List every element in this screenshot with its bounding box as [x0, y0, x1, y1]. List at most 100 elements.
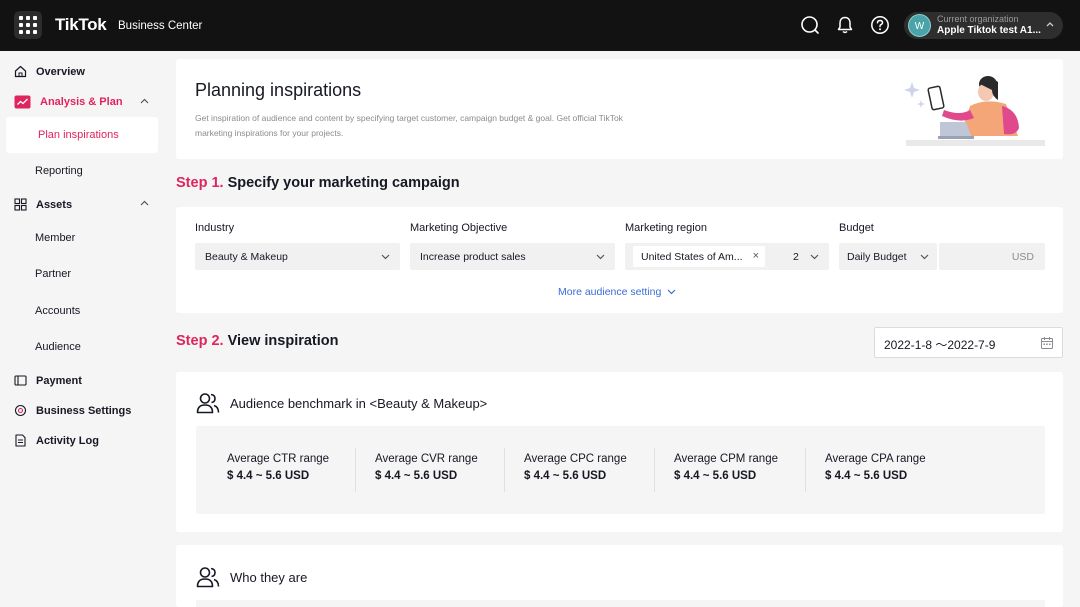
date-range-value: 2022-1-8 ～2022-7-9	[884, 338, 996, 352]
settings-icon	[14, 404, 27, 417]
metric-value: $ 4.4 ~ 5.6 USD	[674, 470, 757, 482]
sidebar-item-label: Activity Log	[36, 434, 99, 447]
metric-value: $ 4.4 ~ 5.6 USD	[825, 470, 908, 482]
benchmark-title: Audience benchmark in <Beauty & Makeup>	[230, 396, 488, 411]
metric-divider	[355, 448, 356, 492]
budget-currency: USD	[1011, 251, 1034, 263]
region-count: 2	[793, 251, 799, 263]
budget-label: Budget	[839, 222, 874, 234]
industry-select[interactable]: Beauty & Makeup	[195, 243, 400, 270]
industry-value: Beauty & Makeup	[205, 251, 288, 263]
sidebar-item-member[interactable]: Member	[35, 232, 75, 244]
budget-type-value: Daily Budget	[847, 251, 907, 263]
close-icon[interactable]: ×	[753, 250, 759, 262]
org-avatar: W	[908, 14, 931, 37]
more-audience-setting-link[interactable]: More audience setting	[558, 286, 676, 298]
chevron-down-icon	[381, 251, 390, 263]
metric-cpm: Average CPM range $ 4.4 ~ 5.6 USD	[674, 453, 778, 482]
metric-cvr: Average CVR range $ 4.4 ~ 5.6 USD	[375, 453, 478, 482]
search-icon[interactable]	[800, 15, 820, 35]
step1-number: Step 1.	[176, 175, 224, 191]
metric-divider	[805, 448, 806, 492]
chevron-down-icon	[810, 251, 819, 263]
metric-label: Average CPM range	[674, 453, 778, 465]
sidebar-item-payment[interactable]: Payment	[14, 374, 82, 387]
sidebar-item-analysis-plan[interactable]: Analysis & Plan	[14, 95, 123, 109]
org-name: Apple Tiktok test A1...	[937, 25, 1041, 36]
page-title: Planning inspirations	[195, 80, 362, 100]
who-card	[176, 545, 1063, 607]
metric-cpc: Average CPC range $ 4.4 ~ 5.6 USD	[524, 453, 627, 482]
step2-heading: Step 2. View inspiration	[176, 333, 339, 349]
metric-divider	[504, 448, 505, 492]
people-icon	[196, 567, 220, 588]
sidebar-item-overview[interactable]: Overview	[14, 65, 85, 78]
bell-icon[interactable]	[835, 15, 855, 35]
chevron-down-icon	[596, 251, 605, 263]
region-tag-text: United States of Am...	[641, 251, 743, 263]
budget-type-select[interactable]: Daily Budget	[839, 243, 937, 270]
metric-value: $ 4.4 ~ 5.6 USD	[524, 470, 607, 482]
objective-select[interactable]: Increase product sales	[410, 243, 615, 270]
page-description: Get inspiration of audience and content …	[195, 113, 623, 138]
metric-value: $ 4.4 ~ 5.6 USD	[375, 470, 458, 482]
log-icon	[15, 434, 26, 447]
sidebar-item-audience[interactable]: Audience	[35, 341, 81, 353]
assets-icon	[14, 198, 27, 211]
apps-grid-icon[interactable]	[14, 11, 42, 39]
budget-input[interactable]: USD	[939, 243, 1045, 270]
objective-label: Marketing Objective	[410, 222, 508, 234]
step1-heading: Step 1. Specify your marketing campaign	[176, 175, 460, 191]
metric-label: Average CTR range	[227, 453, 330, 465]
sidebar-item-business-settings[interactable]: Business Settings	[14, 404, 131, 417]
business-center-label: Business Center	[118, 20, 203, 32]
help-icon[interactable]	[870, 15, 890, 35]
step2-title: View inspiration	[227, 333, 339, 349]
metric-label: Average CPC range	[524, 453, 627, 465]
calendar-icon	[1041, 337, 1053, 349]
chevron-up-icon[interactable]	[140, 198, 149, 209]
sidebar-item-accounts[interactable]: Accounts	[35, 305, 80, 317]
metric-label: Average CPA range	[825, 453, 926, 465]
industry-label: Industry	[195, 222, 235, 234]
sidebar-item-plan-inspirations[interactable]: Plan inspirations	[38, 129, 119, 141]
sidebar-item-partner[interactable]: Partner	[35, 268, 71, 280]
chart-icon	[14, 95, 31, 109]
region-label: Marketing region	[625, 222, 707, 234]
sidebar-item-label: Overview	[36, 65, 85, 78]
metric-value: $ 4.4 ~ 5.6 USD	[227, 470, 310, 482]
region-tag: United States of Am... ×	[633, 246, 765, 267]
objective-value: Increase product sales	[420, 251, 526, 263]
home-icon	[14, 65, 27, 78]
chevron-up-icon	[1046, 19, 1054, 30]
step2-number: Step 2.	[176, 333, 224, 349]
who-title: Who they are	[230, 570, 308, 585]
sidebar-item-label: Payment	[36, 374, 82, 387]
metric-ctr: Average CTR range $ 4.4 ~ 5.6 USD	[227, 453, 329, 482]
sidebar-item-label: Analysis & Plan	[40, 96, 123, 108]
sidebar-item-label: Business Settings	[36, 404, 132, 417]
top-bar: TikTok Business Center W Current organiz…	[0, 0, 1080, 51]
metric-label: Average CVR range	[375, 453, 478, 465]
tiktok-logo[interactable]: TikTok	[55, 15, 107, 35]
sidebar-item-assets[interactable]: Assets	[14, 198, 72, 211]
date-range-picker[interactable]: 2022-1-8 ～2022-7-9	[874, 327, 1063, 358]
region-select[interactable]: United States of Am... × 2	[625, 243, 829, 270]
chevron-down-icon	[920, 251, 929, 263]
sidebar-item-reporting[interactable]: Reporting	[35, 165, 83, 177]
chevron-down-icon	[667, 289, 676, 295]
org-caption: Current organization	[937, 14, 1019, 24]
sidebar-item-activity-log[interactable]: Activity Log	[14, 434, 99, 447]
metric-divider	[654, 448, 655, 492]
people-icon	[196, 393, 220, 414]
benchmark-metrics: Average CTR range $ 4.4 ~ 5.6 USD Averag…	[196, 426, 1045, 514]
payment-icon	[14, 375, 27, 386]
more-audience-setting-label: More audience setting	[558, 286, 662, 298]
metric-cpa: Average CPA range $ 4.4 ~ 5.6 USD	[825, 453, 926, 482]
organization-switcher[interactable]: W Current organization Apple Tiktok test…	[904, 12, 1063, 39]
sidebar-item-label: Assets	[36, 198, 73, 211]
step1-title: Specify your marketing campaign	[227, 175, 460, 191]
chevron-up-icon[interactable]	[140, 96, 149, 107]
illustration-image	[904, 76, 1045, 146]
who-content-area	[196, 600, 1045, 607]
